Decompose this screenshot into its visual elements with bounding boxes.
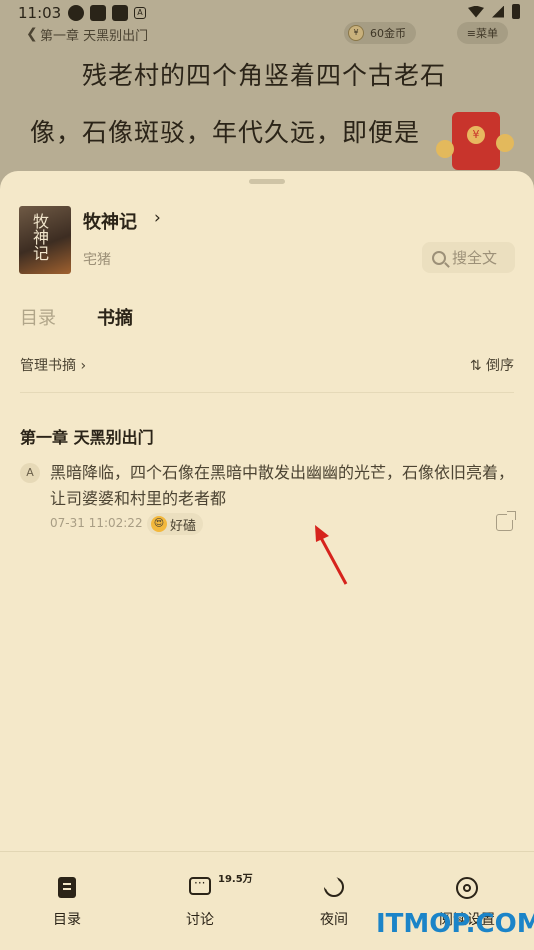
coin-badge[interactable]: ¥ 60金币 (344, 22, 416, 44)
sort-icon: ⇅ (469, 358, 482, 374)
note-text[interactable]: 黑暗降临，四个石像在黑暗中散发出幽幽的光芒，石像依旧亮着，让司婆婆和村里的老者都 (50, 460, 520, 512)
settings-icon (456, 877, 478, 899)
red-packet-icon[interactable] (452, 112, 500, 170)
status-system-icons (468, 4, 520, 19)
coin-count: 60金币 (370, 27, 406, 40)
moon-icon (323, 875, 344, 897)
search-full-text-button[interactable]: 搜全文 (422, 242, 515, 273)
book-panel-sheet: 牧神记 牧神记 › 宅猪 搜全文 目录 书摘 管理书摘 › ⇅ 倒序 第一章 天… (0, 171, 534, 950)
wifi-icon (468, 5, 484, 18)
menu-label: ≡菜单 (466, 27, 498, 40)
nav-label: 目录 (53, 912, 81, 928)
app-icon (112, 5, 128, 21)
tab-toc[interactable]: 目录 (20, 304, 56, 330)
manage-notes-label: 管理书摘 (20, 358, 76, 374)
manage-notes-link[interactable]: 管理书摘 › (20, 355, 86, 375)
share-icon[interactable] (496, 511, 516, 531)
tab-notes[interactable]: 书摘 (97, 304, 133, 330)
reaction-label: 好磕 (170, 518, 197, 534)
book-title[interactable]: 牧神记 (83, 208, 137, 234)
star-eyes-emoji-icon: 😍 (151, 516, 167, 532)
coin-decoration (496, 134, 514, 152)
coin-icon: ¥ (348, 25, 364, 41)
note-chapter-heading: 第一章 天黑别出门 (20, 428, 154, 447)
menu-button[interactable]: ≡菜单 (456, 22, 508, 44)
battery-icon (512, 4, 520, 19)
coin-decoration (436, 140, 454, 158)
chapter-link[interactable]: 第一章 天黑别出门 (40, 25, 148, 44)
status-notification-icons: A (68, 5, 146, 21)
search-icon (432, 250, 446, 265)
toc-icon (58, 877, 76, 898)
back-icon[interactable]: ❮ (26, 26, 40, 42)
nav-label: 讨论 (186, 912, 214, 928)
book-cover[interactable]: 牧神记 (19, 206, 71, 274)
note-timestamp: 07-31 11:02:22 (50, 516, 143, 530)
book-author: 宅猪 (83, 252, 111, 268)
reader-top-bar: ❮ 第一章 天黑别出门 ¥ 60金币 ≡菜单 (26, 22, 516, 46)
divider (20, 392, 514, 393)
reader-text-line: 像，石像斑驳，年代久远，即便是 (30, 118, 421, 147)
pinwheel-icon (68, 5, 84, 21)
reader-background: 11:03 A ❮ 第一章 天黑别出门 ¥ 60金币 ≡菜单 残老村的四个角竖着… (0, 0, 534, 190)
sort-order-label: 倒序 (486, 358, 514, 374)
annotation-arrow-icon (315, 525, 348, 585)
status-time: 11:03 (18, 4, 62, 22)
discussion-count-badge: 19.5万 (218, 874, 253, 885)
nav-discussion[interactable]: 19.5万 讨论 (140, 852, 260, 950)
chat-icon (189, 876, 211, 895)
search-label: 搜全文 (452, 249, 498, 267)
highlight-icon: A (20, 463, 40, 483)
cover-title: 牧神记 (33, 212, 50, 263)
sort-order-button[interactable]: ⇅ 倒序 (470, 355, 514, 375)
watermark-logo: ITMOP.COM (376, 909, 534, 939)
app-icon (90, 5, 106, 21)
reaction-badge[interactable]: 😍 好磕 (147, 513, 204, 535)
drag-handle[interactable] (249, 179, 285, 184)
signal-icon (492, 5, 504, 18)
nav-toc[interactable]: 目录 (7, 852, 127, 950)
reader-text-line: 残老村的四个角竖着四个古老石 (82, 61, 447, 90)
chevron-right-icon: › (80, 358, 87, 374)
chevron-right-icon[interactable]: › (154, 208, 161, 228)
a-icon: A (134, 7, 146, 19)
